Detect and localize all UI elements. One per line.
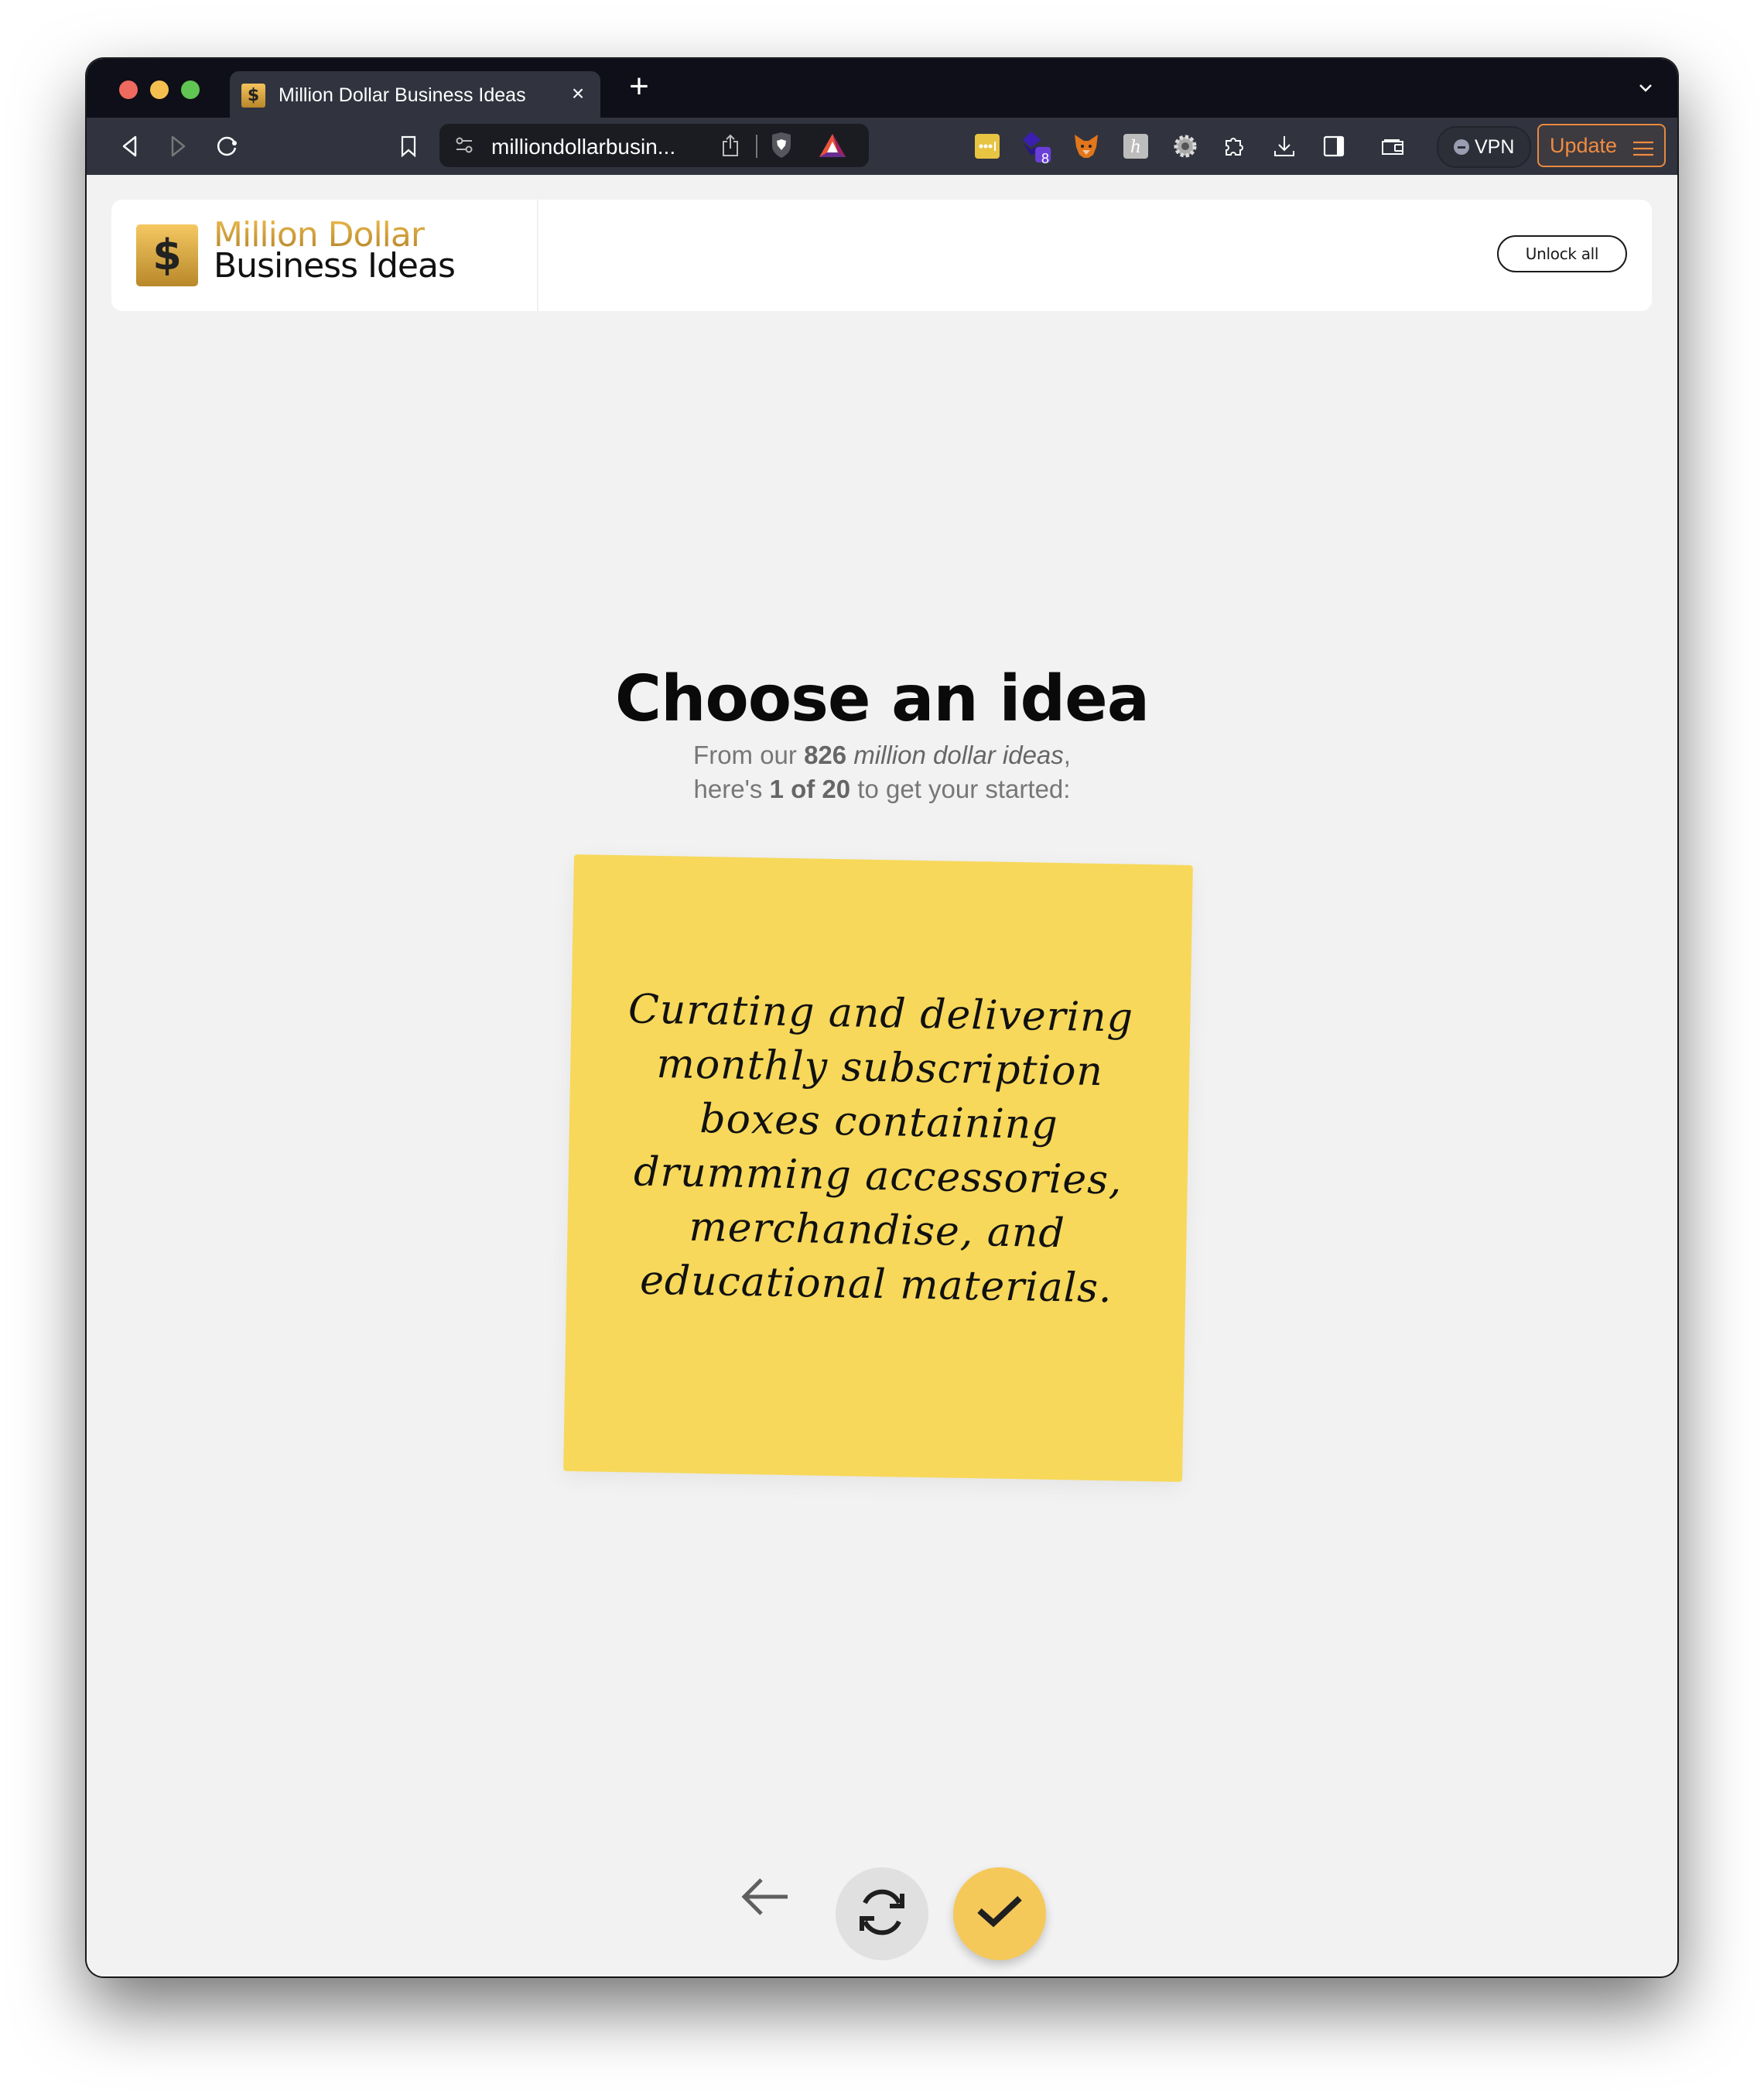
subtitle-prefix: From our bbox=[693, 741, 805, 769]
site-logo[interactable]: Million Dollar Business Ideas bbox=[214, 218, 456, 286]
back-icon[interactable] bbox=[115, 131, 145, 162]
back-arrow-icon bbox=[740, 1877, 789, 1921]
address-bar[interactable]: milliondollarbusin... bbox=[439, 124, 869, 167]
vpn-label: VPN bbox=[1475, 136, 1515, 158]
check-icon bbox=[976, 1894, 1023, 1935]
idea-sticky-note: Curating and delivering monthly subscrip… bbox=[563, 854, 1193, 1482]
url-text[interactable]: milliondollarbusin... bbox=[491, 135, 675, 159]
subtitle-line2-suffix: to get your started: bbox=[850, 775, 1071, 803]
browser-toolbar: milliondollarbusin... 8 h VPN Update bbox=[87, 118, 1677, 175]
honey-icon[interactable]: h bbox=[1120, 131, 1151, 162]
choose-idea-button[interactable] bbox=[953, 1867, 1046, 1960]
vpn-button[interactable]: VPN bbox=[1437, 126, 1531, 168]
layers-extension-icon[interactable]: 8 bbox=[1021, 131, 1052, 166]
unlock-all-button[interactable]: Unlock all bbox=[1497, 235, 1627, 272]
reload-icon[interactable] bbox=[212, 131, 243, 162]
favicon-icon: $ bbox=[241, 84, 265, 108]
site-header: $ Million Dollar Business Ideas Unlock a… bbox=[111, 200, 1652, 311]
subtitle-line-1: From our 826 million dollar ideas, bbox=[87, 738, 1677, 772]
browser-window: $ Million Dollar Business Ideas × + mill… bbox=[87, 59, 1677, 1976]
extensions-icon[interactable] bbox=[1219, 131, 1250, 162]
header-divider bbox=[537, 200, 538, 311]
svg-text:h: h bbox=[1130, 138, 1141, 157]
download-icon[interactable] bbox=[1269, 131, 1300, 162]
share-icon[interactable] bbox=[715, 130, 746, 161]
bookmark-icon[interactable] bbox=[393, 131, 424, 162]
url-divider bbox=[756, 135, 757, 158]
page-content: $ Million Dollar Business Ideas Unlock a… bbox=[87, 175, 1677, 1976]
idea-count: 826 bbox=[804, 741, 847, 769]
new-tab-button[interactable]: + bbox=[624, 70, 655, 104]
update-label: Update bbox=[1550, 134, 1618, 157]
subtitle-emphasis: million dollar ideas bbox=[853, 741, 1064, 769]
gear-extension-icon[interactable] bbox=[1170, 131, 1201, 162]
update-menu-button[interactable]: Update bbox=[1537, 124, 1666, 167]
dollar-logo-icon[interactable]: $ bbox=[136, 224, 198, 286]
page-title: Choose an idea bbox=[614, 662, 1150, 736]
idea-text: Curating and delivering monthly subscrip… bbox=[627, 985, 1134, 1312]
close-window-button[interactable] bbox=[119, 80, 138, 99]
maximize-window-button[interactable] bbox=[181, 80, 200, 99]
chevron-down-icon[interactable] bbox=[1637, 79, 1654, 96]
tab-strip: $ Million Dollar Business Ideas × + bbox=[87, 59, 1677, 118]
tab-title: Million Dollar Business Ideas bbox=[279, 84, 526, 106]
refresh-icon bbox=[857, 1887, 907, 1941]
wallet-icon[interactable] bbox=[1377, 131, 1408, 162]
idea-position: 1 of 20 bbox=[769, 775, 851, 803]
menu-icon bbox=[1633, 138, 1653, 156]
metamask-icon[interactable] bbox=[1071, 131, 1102, 162]
brave-rewards-icon[interactable] bbox=[817, 130, 848, 161]
subtitle-line2-prefix: here's bbox=[693, 775, 770, 803]
subtitle-comma: , bbox=[1063, 741, 1071, 769]
back-button[interactable] bbox=[733, 1867, 795, 1929]
forward-icon[interactable] bbox=[162, 131, 193, 162]
brave-shields-icon[interactable] bbox=[766, 130, 797, 161]
vpn-status-icon bbox=[1454, 139, 1469, 155]
extension-badge-count: 8 bbox=[1041, 151, 1050, 166]
logo-line-2: Business Ideas bbox=[214, 246, 456, 286]
subtitle: From our 826 million dollar ideas, here'… bbox=[87, 738, 1677, 806]
minimize-window-button[interactable] bbox=[150, 80, 169, 99]
site-settings-icon[interactable] bbox=[449, 130, 480, 161]
close-tab-button[interactable]: × bbox=[566, 82, 590, 105]
shuffle-idea-button[interactable] bbox=[836, 1867, 928, 1960]
sidebar-icon[interactable] bbox=[1318, 131, 1349, 162]
subtitle-line-2: here's 1 of 20 to get your started: bbox=[87, 772, 1677, 806]
lastpass-icon[interactable] bbox=[972, 131, 1003, 162]
tab-million-dollar-business-ideas[interactable]: $ Million Dollar Business Ideas × bbox=[230, 71, 600, 118]
